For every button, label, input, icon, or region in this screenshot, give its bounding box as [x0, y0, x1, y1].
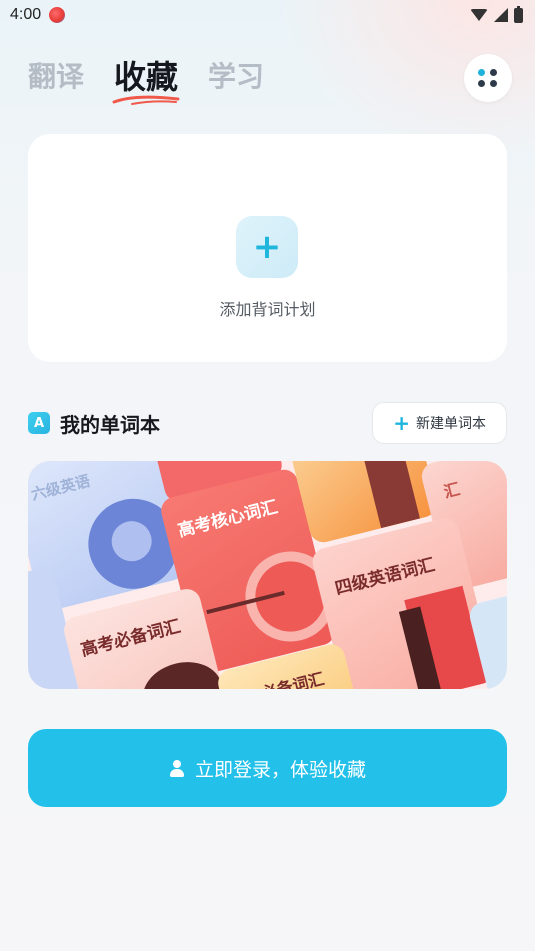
- section-badge-icon: A: [28, 412, 50, 434]
- status-time: 4:00: [10, 6, 42, 23]
- menu-button[interactable]: [464, 54, 512, 102]
- menu-dot: [478, 80, 485, 87]
- signal-icon: [494, 8, 508, 22]
- add-plan-button[interactable]: +: [236, 216, 298, 278]
- status-bar: 4:00: [0, 0, 535, 30]
- new-wordbook-label: 新建单词本: [416, 416, 486, 432]
- status-indicators: [470, 5, 523, 23]
- wordbook-section-header: A 我的单词本 + 新建单词本: [28, 402, 507, 444]
- login-button-label: 立即登录，体验收藏: [194, 758, 366, 781]
- menu-dot: [490, 80, 497, 87]
- active-tab-underline: [112, 95, 180, 105]
- study-plan-card[interactable]: + 添加背词计划: [28, 134, 507, 362]
- plus-icon: +: [252, 227, 282, 267]
- book-label-partial: 汇: [441, 479, 462, 502]
- plus-icon: +: [393, 411, 410, 435]
- book-decoration: [361, 461, 420, 529]
- book-label-essential: 必备词汇: [259, 669, 327, 689]
- book-label-cet4: 四级英语词汇: [333, 555, 437, 600]
- new-wordbook-button[interactable]: + 新建单词本: [372, 402, 507, 444]
- section-title: 我的单词本: [60, 412, 160, 437]
- book-label-gaokao-essential: 高考必备词汇: [78, 616, 183, 661]
- tab-translate[interactable]: 翻译: [28, 55, 84, 95]
- tab-favorites-label: 收藏: [114, 58, 179, 96]
- tab-study[interactable]: 学习: [208, 55, 264, 95]
- top-tabs: 翻译 收藏 学习: [28, 52, 264, 105]
- wordbook-banner[interactable]: 六级英语 高考核心词汇 汇 四级英语词汇 高考必备词汇 必备词汇: [28, 461, 507, 689]
- notification-app-icon: [49, 7, 66, 23]
- tab-favorites[interactable]: 收藏: [112, 52, 180, 105]
- book-label-cet6: 六级英语: [29, 471, 92, 504]
- book-decoration: [136, 654, 229, 689]
- wifi-icon: [470, 9, 488, 21]
- login-button[interactable]: 立即登录，体验收藏: [28, 729, 507, 807]
- book-label-gaokao-core: 高考核心词汇: [175, 497, 280, 542]
- battery-icon: [514, 5, 523, 23]
- add-plan-label: 添加背词计划: [219, 300, 316, 319]
- user-icon: [169, 759, 185, 777]
- menu-dot: [478, 69, 485, 76]
- menu-dot: [490, 69, 497, 76]
